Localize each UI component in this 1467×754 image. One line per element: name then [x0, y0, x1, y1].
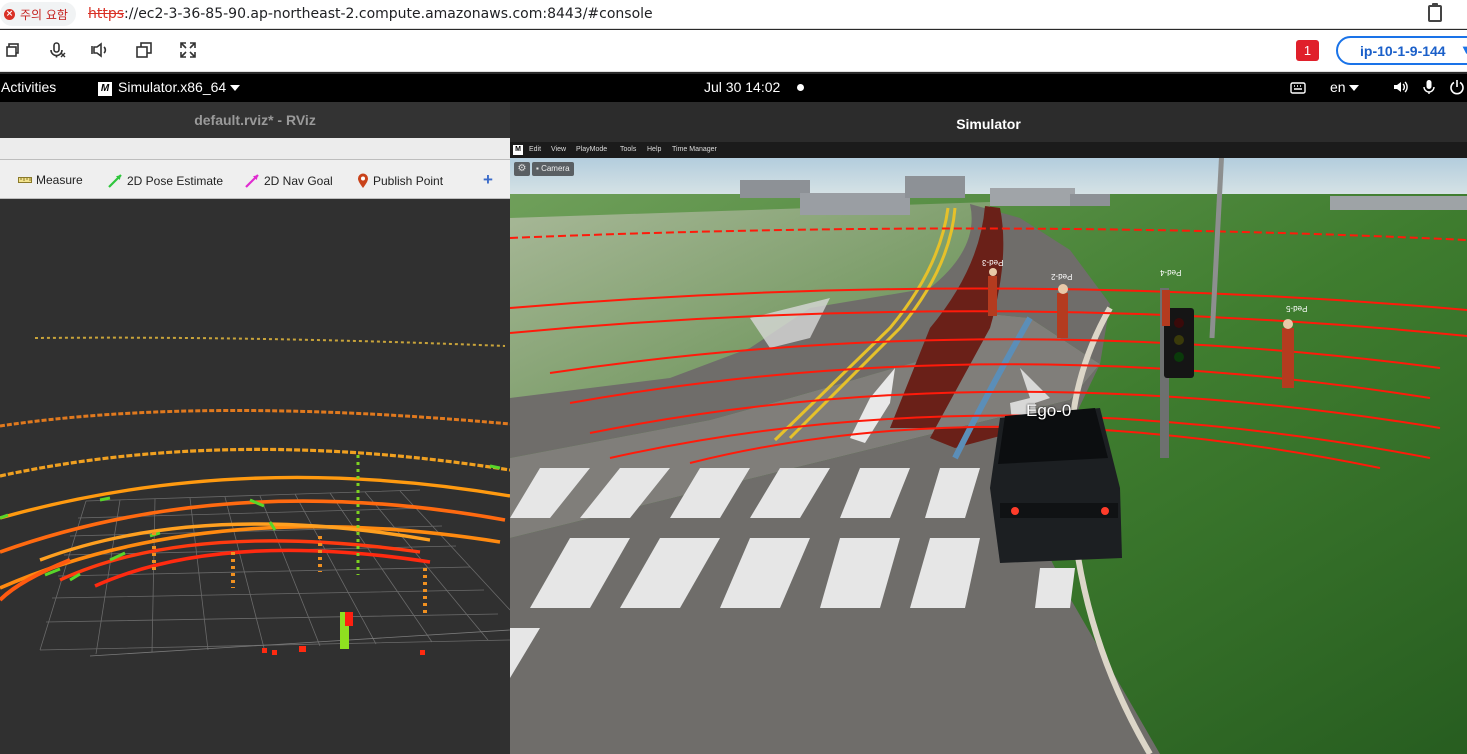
host-selector[interactable]: ip-10-1-9-144 ▼ — [1336, 36, 1467, 65]
language-label: en — [1330, 79, 1346, 95]
ego-vehicle-label: Ego-0 — [1026, 401, 1072, 420]
notification-dot-icon — [797, 84, 804, 91]
pedestrian-label-2: Ped-2 — [1051, 272, 1073, 281]
security-label: 주의 요함 — [20, 7, 68, 22]
menu-playmode[interactable]: PlayMode — [576, 146, 607, 153]
ground-grid — [39, 489, 510, 657]
tool-measure[interactable]: Measure — [18, 173, 83, 187]
simulator-logo-icon: M — [513, 145, 523, 155]
url-rest: ://ec2-3-36-85-90.ap-northeast-2.compute… — [124, 6, 653, 22]
pedestrian-label-1: Ped-3 — [982, 258, 1004, 267]
tool-measure-label: Measure — [36, 173, 83, 187]
browser-url-bar: × 주의 요함 https://ec2-3-36-85-90.ap-northe… — [0, 0, 1467, 29]
simulator-menubar: M Edit View PlayMode Tools Help Time Man… — [510, 142, 1467, 158]
rviz-3d-viewport[interactable] — [0, 200, 510, 754]
warning-icon: × — [4, 8, 15, 20]
caret-down-icon — [230, 85, 241, 91]
tool-publish-point-label: Publish Point — [373, 174, 444, 188]
simulator-viewport[interactable]: ⚙ ▪ Camera Ego-0 Ped-3 Ped-2 Ped-4 Ped-5 — [510, 158, 1467, 754]
microphone-icon[interactable] — [1423, 79, 1435, 98]
menu-edit[interactable]: Edit — [529, 146, 541, 153]
volume-icon[interactable] — [1393, 80, 1409, 97]
dropdown-caret-icon: ▼ — [1460, 42, 1467, 57]
app-menu[interactable]: M Simulator.x86_64 — [98, 79, 241, 96]
menu-tools[interactable]: Tools — [620, 146, 636, 153]
caret-down-icon — [1349, 85, 1360, 91]
settings-gear-icon[interactable]: ⚙ — [514, 162, 530, 176]
app-name: Simulator.x86_64 — [118, 79, 227, 95]
speaker-icon[interactable] — [89, 39, 111, 61]
tool-publish-point[interactable]: Publish Point — [357, 173, 443, 189]
tool-2d-pose-estimate-label: 2D Pose Estimate — [127, 173, 224, 188]
tool-2d-nav-goal-label: 2D Nav Goal — [264, 173, 333, 188]
lidar-point-cloud — [0, 336, 510, 657]
tool-2d-pose-estimate[interactable]: 2D Pose Estimate — [108, 173, 223, 188]
keyboard-icon[interactable] — [1290, 81, 1306, 97]
map-pin-icon — [358, 173, 368, 188]
rviz-menubar — [0, 138, 510, 160]
clock[interactable]: Jul 30 14:02 — [704, 79, 780, 95]
add-tool-plus-icon[interactable]: + — [483, 170, 493, 190]
ruler-icon — [18, 177, 32, 183]
activities-button[interactable]: Activities — [1, 79, 56, 95]
security-warning-chip[interactable]: × 주의 요함 — [0, 2, 76, 26]
menu-time-manager[interactable]: Time Manager — [672, 146, 717, 153]
copy-window-icon[interactable] — [133, 39, 155, 61]
clipboard-icon[interactable] — [1428, 3, 1442, 22]
menu-help[interactable]: Help — [647, 146, 661, 153]
address-field[interactable]: https://ec2-3-36-85-90.ap-northeast-2.co… — [88, 6, 653, 22]
host-label: ip-10-1-9-144 — [1360, 43, 1446, 59]
pedestrian-label-4: Ped-5 — [1286, 304, 1308, 313]
console-toolbar: 1 ip-10-1-9-144 ▼ — [0, 30, 1467, 72]
power-icon[interactable] — [1449, 79, 1465, 98]
rviz-title: default.rviz* - RViz — [0, 102, 510, 138]
menu-view[interactable]: View — [551, 146, 566, 153]
rviz-window: default.rviz* - RViz Measure 2D Pose Est… — [0, 102, 510, 754]
simulator-title: Simulator — [510, 102, 1467, 142]
window-icon[interactable] — [2, 39, 24, 61]
gnome-top-bar: Activities M Simulator.x86_64 Jul 30 14:0… — [0, 74, 1467, 102]
camera-label: Camera — [541, 164, 570, 173]
language-selector[interactable]: en — [1330, 79, 1360, 95]
rviz-toolbar: Measure 2D Pose Estimate 2D Nav Goal Pub… — [0, 160, 510, 199]
url-protocol: https — [88, 6, 125, 22]
simulator-window: Simulator M Edit View PlayMode Tools Hel… — [510, 102, 1467, 754]
magenta-arrow-icon — [245, 174, 259, 188]
microphone-muted-icon[interactable] — [46, 39, 68, 61]
green-arrow-icon — [108, 174, 122, 188]
pedestrian-label-3: Ped-4 — [1160, 268, 1182, 277]
camera-button[interactable]: ▪ Camera — [532, 162, 574, 176]
notification-badge[interactable]: 1 — [1296, 40, 1319, 61]
tool-2d-nav-goal[interactable]: 2D Nav Goal — [245, 173, 333, 188]
fullscreen-icon[interactable] — [177, 39, 199, 61]
app-logo-icon: M — [98, 82, 112, 96]
simulator-3d-scene — [510, 158, 1467, 754]
